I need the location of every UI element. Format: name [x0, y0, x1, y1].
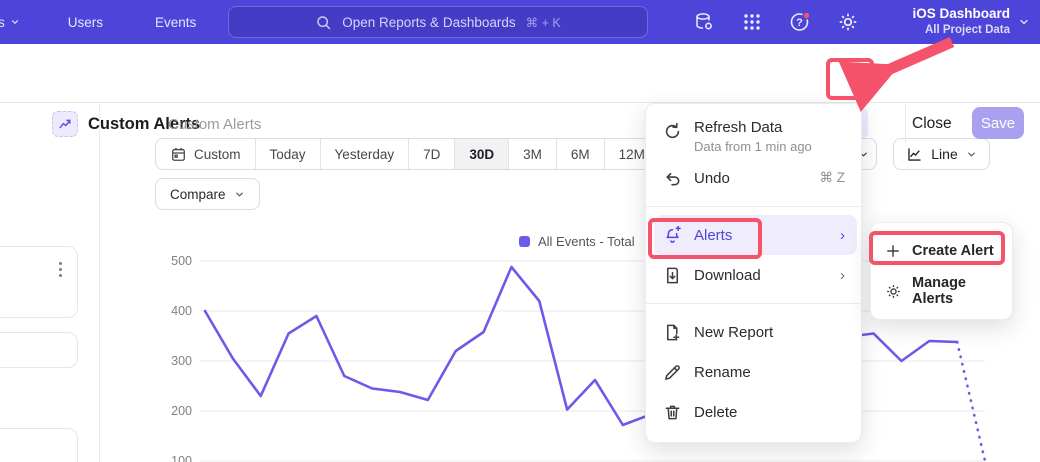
date-range-label: Custom [194, 147, 241, 162]
report-options-menu: Refresh Data Data from 1 min ago Undo ⌘ … [645, 103, 862, 443]
project-scope: All Project Data [912, 23, 1010, 37]
menu-item-label: New Report [694, 324, 845, 341]
date-range-today[interactable]: Today [256, 139, 321, 169]
y-axis-tick: 500 [171, 254, 192, 268]
line-chart-icon [906, 146, 923, 163]
menu-divider [646, 303, 861, 304]
series-line-dotted [957, 342, 985, 461]
menu-item-undo[interactable]: Undo ⌘ Z [646, 158, 861, 198]
plus-icon [884, 242, 902, 260]
date-range-yesterday[interactable]: Yesterday [321, 139, 410, 169]
chart-type-label: Line [931, 146, 957, 162]
save-button[interactable]: Save [972, 107, 1024, 139]
date-range-6m[interactable]: 6M [557, 139, 605, 169]
refresh-text: Refresh Data Data from 1 min ago [694, 119, 812, 154]
menu-item-download[interactable]: Download › [646, 255, 861, 295]
alerts-submenu: Create Alert Manage Alerts [870, 222, 1013, 320]
submenu-chevron-icon: › [840, 267, 845, 284]
breadcrumb: Custom Alerts [168, 116, 261, 133]
apps-grid-icon[interactable] [740, 10, 764, 34]
help-icon[interactable]: ? [788, 10, 812, 34]
refresh-icon [662, 121, 682, 141]
nav-partial-label: s [0, 15, 5, 30]
download-icon [662, 265, 682, 285]
top-nav-items: s Users Events [0, 15, 212, 30]
submenu-item-label: Manage Alerts [912, 275, 999, 307]
dashboard-card[interactable] [0, 332, 78, 368]
chevron-down-icon [234, 189, 245, 200]
top-navbar: s Users Events Open Reports & Dashboards… [0, 0, 1040, 44]
search-placeholder: Open Reports & Dashboards [342, 15, 515, 30]
submenu-item-label: Create Alert [912, 243, 994, 259]
submenu-item-manage-alerts[interactable]: Manage Alerts [871, 271, 1012, 311]
menu-item-rename[interactable]: Rename [646, 352, 861, 392]
app-window: 100 200 300 400 500 s Users Events Open Repo… [0, 0, 1040, 462]
menu-item-label: Undo [694, 170, 808, 187]
chevron-down-icon [10, 17, 20, 27]
dashboard-card[interactable] [0, 428, 78, 462]
submenu-item-create-alert[interactable]: Create Alert [871, 231, 1012, 271]
chart-type-button[interactable]: Line [893, 138, 990, 170]
menu-divider [646, 206, 861, 207]
dashboard-card[interactable] [0, 246, 78, 318]
project-name: iOS Dashboard [912, 6, 1010, 23]
nav-item-events[interactable]: Events [139, 15, 212, 30]
y-axis-tick: 300 [171, 354, 192, 368]
report-chart-icon [52, 111, 78, 137]
menu-item-refresh-data[interactable]: Refresh Data Data from 1 min ago [646, 110, 861, 158]
card-more-icon[interactable] [52, 259, 68, 279]
submenu-chevron-icon: › [840, 227, 845, 244]
y-axis-tick: 400 [171, 304, 192, 318]
trash-icon [662, 402, 682, 422]
nav-item-users[interactable]: Users [52, 15, 119, 30]
header-divider [905, 104, 906, 142]
calendar-icon [170, 146, 187, 163]
settings-gear-icon[interactable] [836, 10, 860, 34]
date-range-custom[interactable]: Custom [156, 139, 256, 169]
menu-item-label: Refresh Data [694, 119, 812, 136]
close-button[interactable]: Close [912, 115, 952, 133]
menu-item-alerts[interactable]: Alerts › [654, 215, 857, 255]
top-nav-icon-group: ? [692, 0, 860, 44]
compare-button[interactable]: Compare [155, 178, 260, 210]
chevron-down-icon [1018, 16, 1030, 28]
new-report-icon [662, 322, 682, 342]
chart-legend[interactable]: All Events - Total [519, 234, 635, 249]
pencil-icon [662, 362, 682, 382]
menu-item-shortcut: ⌘ Z [820, 170, 846, 186]
nav-item-partial[interactable]: s [0, 15, 26, 30]
undo-icon [662, 168, 682, 188]
data-management-icon[interactable] [692, 10, 716, 34]
menu-item-label: Alerts [694, 227, 828, 244]
search-shortcut: ⌘ + K [526, 15, 561, 30]
legend-label: All Events - Total [538, 234, 635, 249]
date-range-7d[interactable]: 7D [409, 139, 455, 169]
search-icon [315, 14, 332, 31]
menu-item-label: Rename [694, 364, 845, 381]
menu-item-new-report[interactable]: New Report [646, 312, 861, 352]
y-axis-tick: 200 [171, 404, 192, 418]
report-header: Custom Alerts Custom Alerts GV Duplicate… [0, 44, 1040, 103]
compare-label: Compare [170, 187, 226, 202]
date-range-3m[interactable]: 3M [509, 139, 557, 169]
menu-item-label: Delete [694, 404, 845, 421]
alert-bell-icon [662, 225, 682, 245]
date-range-control: Custom Today Yesterday 7D 30D 3M 6M 12M [155, 138, 660, 170]
notification-dot [803, 12, 810, 19]
gear-icon [884, 282, 902, 300]
date-range-30d-selected[interactable]: 30D [455, 139, 509, 169]
svg-text:?: ? [796, 17, 803, 29]
chevron-down-icon [966, 149, 977, 160]
menu-item-label: Download [694, 267, 828, 284]
menu-item-delete[interactable]: Delete [646, 392, 861, 432]
project-info: iOS Dashboard All Project Data [912, 6, 1010, 37]
legend-swatch [519, 236, 530, 247]
project-switcher[interactable]: iOS Dashboard All Project Data [912, 0, 1030, 44]
search-input[interactable]: Open Reports & Dashboards ⌘ + K [228, 6, 648, 38]
menu-item-sublabel: Data from 1 min ago [694, 139, 812, 154]
y-axis-tick: 100 [171, 454, 192, 462]
